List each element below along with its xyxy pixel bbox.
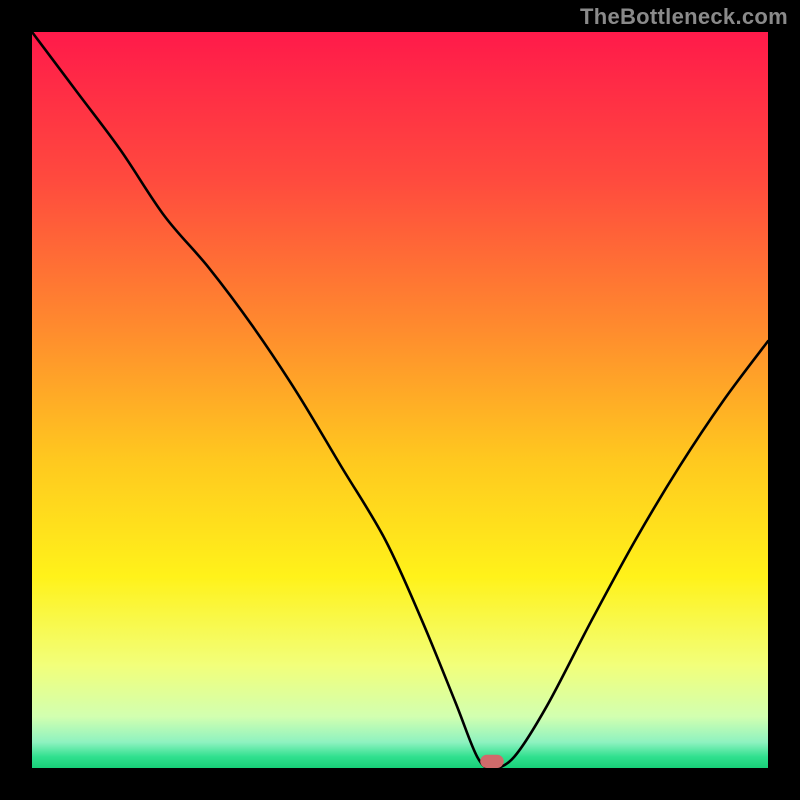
watermark: TheBottleneck.com xyxy=(580,4,788,30)
optimal-marker xyxy=(480,755,504,768)
bottleneck-chart xyxy=(0,0,800,800)
chart-frame: TheBottleneck.com xyxy=(0,0,800,800)
